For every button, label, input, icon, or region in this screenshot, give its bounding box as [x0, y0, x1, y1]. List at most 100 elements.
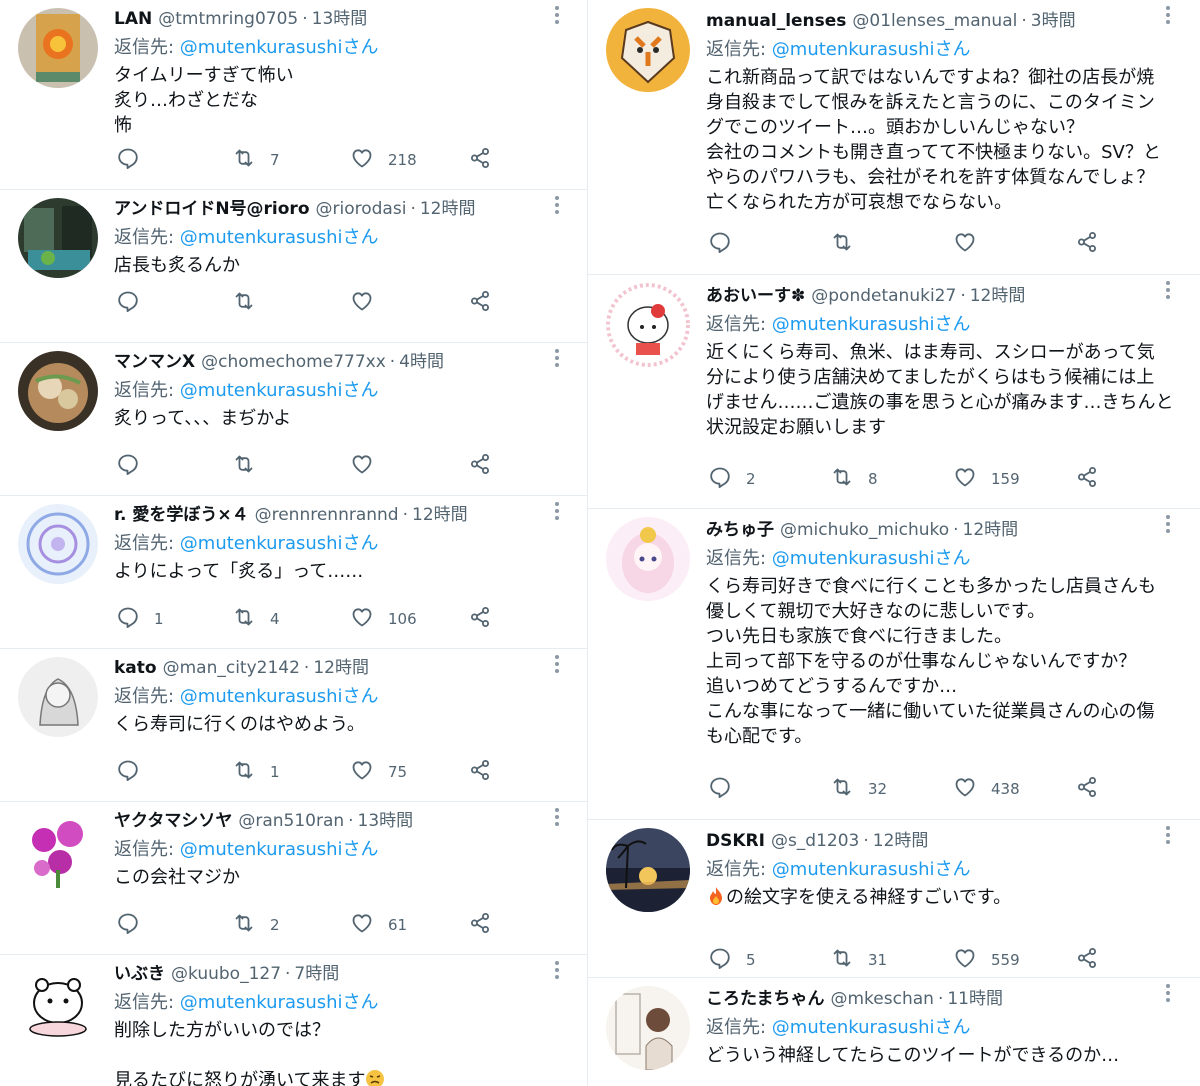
timestamp[interactable]: 12時間 — [873, 826, 929, 851]
share-button[interactable] — [1075, 230, 1099, 258]
reply-button[interactable]: 2 — [708, 465, 756, 493]
avatar[interactable] — [606, 828, 690, 912]
more-options-icon[interactable] — [555, 961, 559, 979]
reply-tweet[interactable]: LAN @tmtmring0705 · 13時間 返信先: @mutenkurasush… — [0, 0, 587, 190]
reply-to-mention[interactable]: @mutenkurasushiさん — [180, 839, 379, 860]
timestamp[interactable]: 12時間 — [970, 281, 1026, 306]
avatar[interactable] — [18, 657, 98, 737]
retweet-button[interactable] — [232, 452, 270, 480]
timestamp[interactable]: 12時間 — [420, 194, 476, 219]
timestamp[interactable]: 12時間 — [412, 500, 468, 525]
avatar[interactable] — [18, 198, 98, 278]
reply-button[interactable] — [116, 452, 154, 480]
reply-to-mention[interactable]: @mutenkurasushiさん — [180, 992, 379, 1013]
more-options-icon[interactable] — [555, 6, 559, 24]
like-button[interactable]: 106 — [350, 605, 417, 633]
reply-button[interactable] — [116, 146, 154, 174]
timestamp[interactable]: 11時間 — [947, 984, 1003, 1009]
avatar[interactable] — [18, 8, 98, 88]
display-name[interactable]: ヤクタマシソヤ — [114, 806, 232, 831]
display-name[interactable]: LAN — [114, 9, 152, 29]
user-handle[interactable]: @man_city2142 — [163, 658, 300, 678]
display-name[interactable]: みちゅ子 — [706, 515, 774, 540]
reply-to-mention[interactable]: @mutenkurasushiさん — [180, 380, 379, 401]
share-button[interactable] — [468, 605, 492, 633]
share-button[interactable] — [468, 146, 492, 174]
reply-tweet[interactable]: あおいーす✽ @pondetanuki27 · 12時間 返信先: @mutenkura… — [588, 275, 1200, 509]
reply-tweet[interactable]: kato @man_city2142 · 12時間 返信先: @mutenkurasus… — [0, 649, 587, 802]
reply-tweet[interactable]: DSKRI @s_d1203 · 12時間 返信先: @mutenkurasushiさん… — [588, 820, 1200, 978]
like-button[interactable]: 218 — [350, 146, 417, 174]
user-handle[interactable]: @kuubo_127 — [171, 964, 281, 984]
reply-button[interactable]: 1 — [116, 605, 164, 633]
timestamp[interactable]: 13時間 — [358, 806, 414, 831]
reply-tweet[interactable]: アンドロイドN号@rioro @riorodasi · 12時間 返信先: @muten… — [0, 190, 587, 343]
reply-tweet[interactable]: r. 愛を学ぼう×４ @rennrennrannd · 12時間 返信先: @muten… — [0, 496, 587, 649]
reply-to-mention[interactable]: @mutenkurasushiさん — [772, 1017, 971, 1038]
display-name[interactable]: アンドロイドN号@rioro — [114, 194, 310, 219]
user-handle[interactable]: @rennrennrannd — [255, 505, 399, 525]
like-button[interactable] — [350, 289, 388, 317]
avatar[interactable] — [606, 283, 690, 367]
reply-tweet[interactable]: ヤクタマシソヤ @ran510ran · 13時間 返信先: @mutenkurasus… — [0, 802, 587, 955]
share-button[interactable] — [1075, 775, 1099, 803]
like-button[interactable]: 61 — [350, 911, 407, 939]
more-options-icon[interactable] — [1166, 281, 1170, 299]
avatar[interactable] — [606, 8, 690, 92]
reply-button[interactable] — [116, 289, 154, 317]
user-handle[interactable]: @ran510ran — [238, 811, 344, 831]
share-button[interactable] — [1075, 946, 1099, 974]
reply-to-mention[interactable]: @mutenkurasushiさん — [180, 686, 379, 707]
more-options-icon[interactable] — [555, 502, 559, 520]
retweet-button[interactable] — [232, 289, 270, 317]
more-options-icon[interactable] — [1166, 6, 1170, 24]
user-handle[interactable]: @01lenses_manual — [852, 11, 1017, 31]
user-handle[interactable]: @riorodasi — [316, 199, 407, 219]
retweet-button[interactable]: 7 — [232, 146, 280, 174]
timestamp[interactable]: 3時間 — [1031, 6, 1076, 31]
display-name[interactable]: r. 愛を学ぼう×４ — [114, 500, 249, 525]
more-options-icon[interactable] — [1166, 515, 1170, 533]
reply-tweet[interactable]: マンマンX @chomechome777xx · 4時間 返信先: @mutenkura… — [0, 343, 587, 496]
share-button[interactable] — [468, 452, 492, 480]
reply-to-mention[interactable]: @mutenkurasushiさん — [180, 533, 379, 554]
more-options-icon[interactable] — [555, 808, 559, 826]
more-options-icon[interactable] — [555, 196, 559, 214]
user-handle[interactable]: @mkeschan — [831, 989, 934, 1009]
avatar[interactable] — [606, 986, 690, 1070]
display-name[interactable]: kato — [114, 658, 157, 678]
more-options-icon[interactable] — [555, 655, 559, 673]
reply-button[interactable] — [708, 775, 746, 803]
reply-tweet[interactable]: みちゅ子 @michuko_michuko · 12時間 返信先: @mutenkura… — [588, 509, 1200, 820]
share-button[interactable] — [468, 758, 492, 786]
reply-to-mention[interactable]: @mutenkurasushiさん — [180, 227, 379, 248]
reply-button[interactable] — [116, 911, 154, 939]
like-button[interactable]: 438 — [953, 775, 1020, 803]
reply-button[interactable] — [116, 758, 154, 786]
like-button[interactable]: 159 — [953, 465, 1020, 493]
avatar[interactable] — [18, 351, 98, 431]
like-button[interactable]: 75 — [350, 758, 407, 786]
display-name[interactable]: いぶき — [114, 959, 165, 984]
display-name[interactable]: DSKRI — [706, 831, 765, 851]
more-options-icon[interactable] — [1166, 826, 1170, 844]
display-name[interactable]: マンマンX — [114, 347, 195, 372]
share-button[interactable] — [1075, 465, 1099, 493]
user-handle[interactable]: @michuko_michuko — [780, 520, 949, 540]
retweet-button[interactable] — [830, 230, 868, 258]
like-button[interactable] — [350, 452, 388, 480]
display-name[interactable]: ころたまちゃん — [706, 984, 825, 1009]
timestamp[interactable]: 7時間 — [294, 959, 339, 984]
retweet-button[interactable]: 1 — [232, 758, 280, 786]
reply-to-mention[interactable]: @mutenkurasushiさん — [180, 37, 379, 58]
timestamp[interactable]: 12時間 — [963, 515, 1019, 540]
share-button[interactable] — [468, 289, 492, 317]
avatar[interactable] — [18, 810, 98, 890]
more-options-icon[interactable] — [1166, 984, 1170, 1002]
user-handle[interactable]: @tmtmring0705 — [158, 9, 298, 29]
avatar[interactable] — [18, 504, 98, 584]
retweet-button[interactable]: 8 — [830, 465, 878, 493]
timestamp[interactable]: 13時間 — [312, 4, 368, 29]
reply-to-mention[interactable]: @mutenkurasushiさん — [772, 39, 971, 60]
reply-tweet[interactable]: いぶき @kuubo_127 · 7時間 返信先: @mutenkurasushiさん削… — [0, 955, 587, 1086]
